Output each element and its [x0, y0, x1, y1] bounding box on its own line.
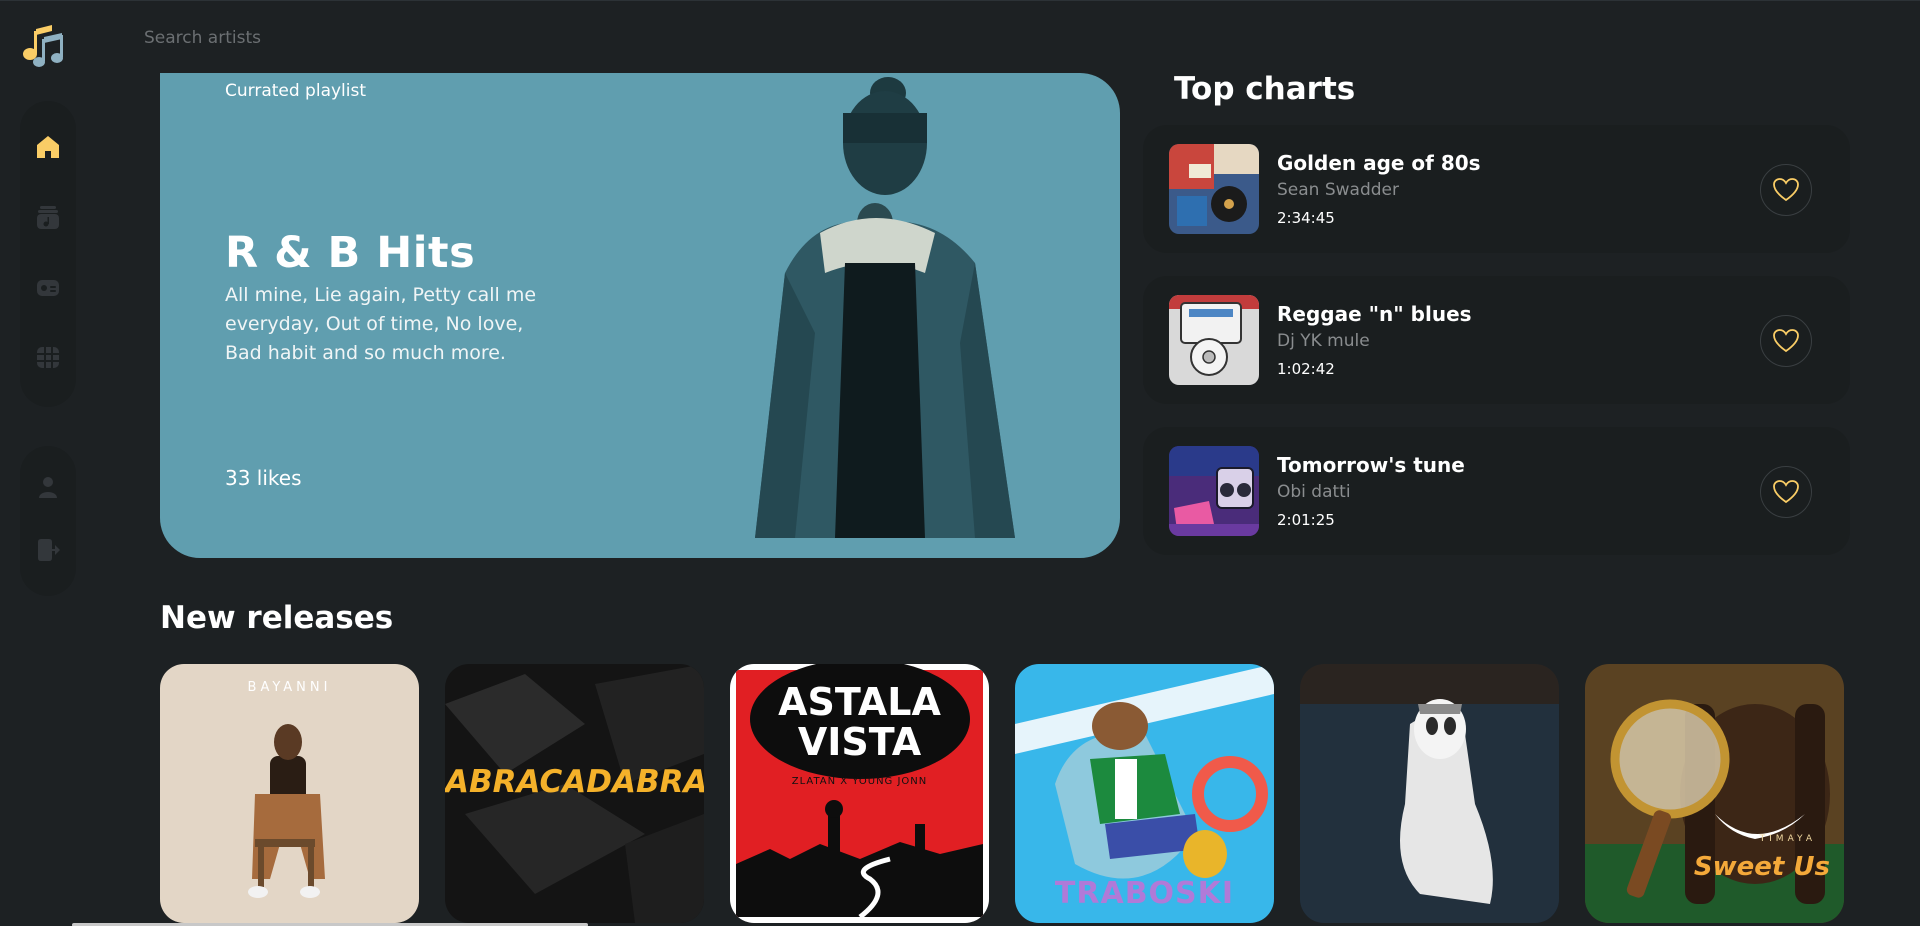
home-icon — [37, 136, 59, 158]
like-button[interactable] — [1760, 164, 1812, 216]
new-releases-heading: New releases — [160, 600, 394, 636]
music-app-screen: Currated playlist R & B Hits All mine, L… — [0, 0, 1920, 926]
chart-cover-image — [1169, 446, 1259, 536]
chart-artist: Obi datti — [1277, 482, 1351, 502]
search-input[interactable] — [144, 21, 644, 55]
video-icon — [37, 347, 59, 368]
sidebar-item-home[interactable] — [28, 127, 68, 167]
chart-artist: Dj YK mule — [1277, 331, 1370, 351]
chart-cover-image — [1169, 295, 1259, 385]
sidebar-item-logout[interactable] — [28, 534, 68, 567]
chart-title: Tomorrow's tune — [1277, 453, 1465, 477]
hero-title: R & B Hits — [225, 228, 476, 278]
album-cover-text: BAYANNI — [247, 680, 332, 695]
release-card[interactable]: ASTALA VISTA ZLATAN X YOUNG JONN — [730, 664, 989, 923]
like-button[interactable] — [1760, 315, 1812, 367]
release-card[interactable]: BAYANNI — [160, 664, 419, 923]
album-cover-image — [1300, 664, 1559, 923]
radio-icon — [37, 280, 59, 296]
album-cover-credits: Sweet Us — [1693, 852, 1830, 882]
sidebar-item-profile[interactable] — [28, 471, 68, 504]
hero-artist-image — [755, 77, 1015, 538]
hero-description: All mine, Lie again, Petty call me every… — [225, 284, 537, 364]
chart-card[interactable]: Golden age of 80s Sean Swadder 2:34:45 — [1143, 125, 1850, 253]
sidebar-item-videos[interactable] — [28, 337, 68, 377]
release-card[interactable]: TIMAYA Sweet Us — [1585, 664, 1844, 923]
like-button[interactable] — [1760, 466, 1812, 518]
album-cover-text: TIMAYA — [1759, 834, 1816, 844]
chart-title: Golden age of 80s — [1277, 151, 1481, 175]
logout-icon — [38, 538, 60, 561]
top-charts-heading: Top charts — [1174, 71, 1356, 107]
chart-duration: 2:34:45 — [1277, 209, 1335, 227]
album-cover-image — [160, 664, 419, 923]
sidebar-item-playlist[interactable] — [28, 197, 68, 237]
chart-cover-image — [1169, 144, 1259, 234]
album-cover-image — [1585, 664, 1844, 923]
chart-title: Reggae "n" blues — [1277, 302, 1472, 326]
album-cover-text: ASTALA VISTA — [778, 680, 941, 764]
album-cover-text: TRABOSKI — [1054, 876, 1235, 911]
chart-card[interactable]: Reggae "n" blues Dj YK mule 1:02:42 — [1143, 276, 1850, 404]
sidebar-item-radio[interactable] — [28, 267, 68, 307]
release-card[interactable]: ABRACADABRA — [445, 664, 704, 923]
release-card[interactable]: TRABOSKI — [1015, 664, 1274, 923]
music-library-icon — [37, 206, 59, 229]
chart-duration: 1:02:42 — [1277, 360, 1335, 378]
music-notes-icon[interactable] — [22, 23, 66, 69]
heart-icon — [1773, 178, 1799, 202]
heart-icon — [1773, 480, 1799, 504]
release-card[interactable] — [1300, 664, 1559, 923]
curated-playlist-hero[interactable]: Currated playlist R & B Hits All mine, L… — [160, 73, 1120, 558]
sidebar-nav — [20, 101, 76, 407]
chart-duration: 2:01:25 — [1277, 511, 1335, 529]
sidebar-account — [20, 446, 76, 596]
album-cover-credits: ZLATAN X YOUNG JONN — [791, 776, 928, 787]
hero-likes-count: 33 likes — [225, 466, 302, 490]
album-cover-text: ABRACADABRA — [445, 764, 704, 800]
user-icon — [39, 477, 57, 499]
chart-card[interactable]: Tomorrow's tune Obi datti 2:01:25 — [1143, 427, 1850, 555]
chart-artist: Sean Swadder — [1277, 180, 1399, 200]
heart-icon — [1773, 329, 1799, 353]
hero-kicker: Currated playlist — [225, 81, 367, 101]
